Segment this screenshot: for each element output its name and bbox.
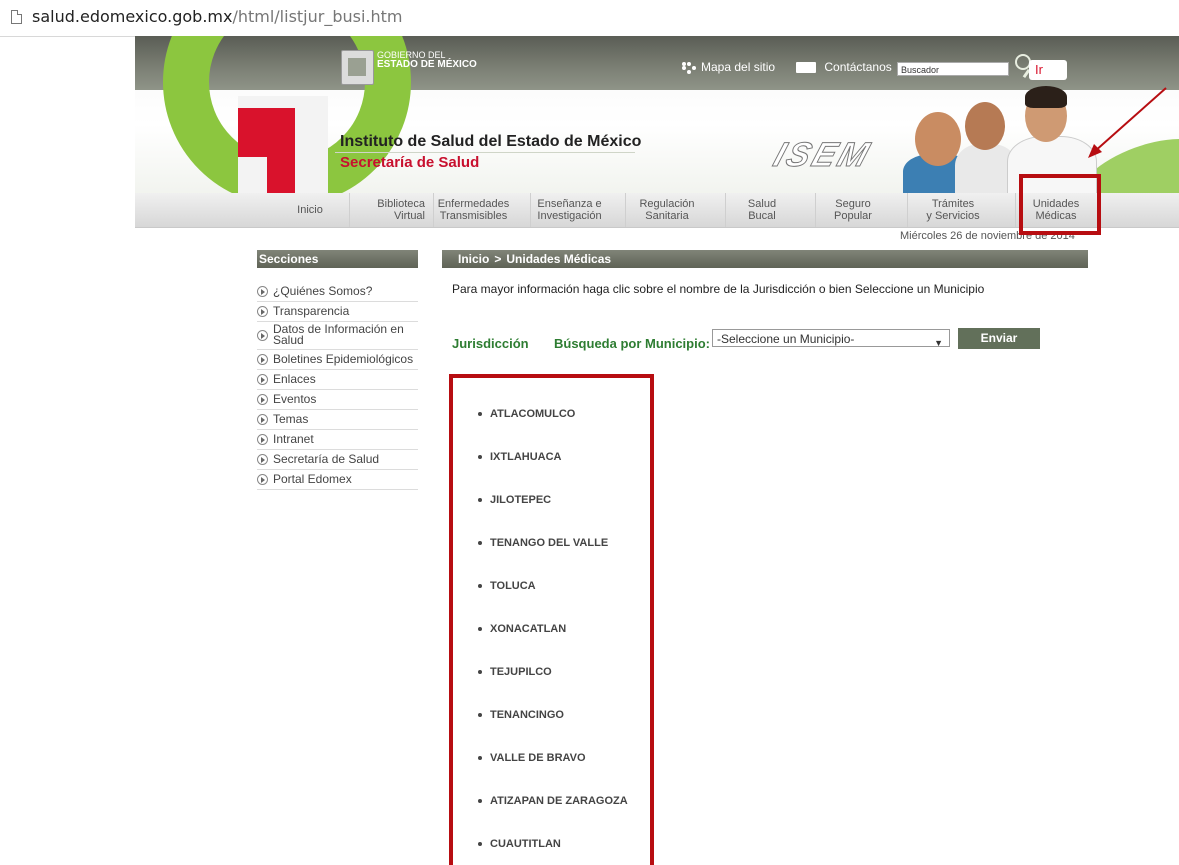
annotation-highlight-menu bbox=[1019, 174, 1101, 235]
arrow-circle-icon bbox=[257, 473, 268, 485]
search-go-button[interactable]: Ir bbox=[1029, 60, 1067, 80]
institute-title: Instituto de Salud del Estado de México bbox=[340, 133, 642, 150]
sidebar-item-secretaria-salud[interactable]: Secretaría de Salud bbox=[257, 450, 418, 470]
sidebar-item-portal-edomex[interactable]: Portal Edomex bbox=[257, 470, 418, 490]
instructions-text: Para mayor información haga clic sobre e… bbox=[452, 282, 985, 296]
sitemap-link[interactable]: Mapa del sitio bbox=[701, 60, 775, 74]
page-icon bbox=[11, 10, 22, 24]
arrow-circle-icon bbox=[257, 453, 268, 465]
sidebar-item-transparencia[interactable]: Transparencia bbox=[257, 302, 418, 322]
send-button[interactable]: Enviar bbox=[958, 328, 1040, 349]
sidebar-item-intranet[interactable]: Intranet bbox=[257, 430, 418, 450]
nav-tramites[interactable]: Trámites y Servicios bbox=[891, 193, 1016, 227]
arrow-circle-icon bbox=[257, 393, 268, 405]
arrow-circle-icon bbox=[257, 305, 268, 317]
main-content: Inicio > Unidades Médicas Para mayor infor… bbox=[442, 250, 1088, 351]
url-text[interactable]: salud.edomexico.gob.mx/html/listjur_busi… bbox=[32, 7, 403, 26]
municipio-search-label: Búsqueda por Municipio: bbox=[554, 336, 710, 351]
sidebar-item-quienes-somos[interactable]: ¿Quiénes Somos? bbox=[257, 282, 418, 302]
contact-link[interactable]: Contáctanos bbox=[824, 60, 891, 74]
arrow-circle-icon bbox=[257, 433, 268, 445]
address-bar[interactable]: salud.edomexico.gob.mx/html/listjur_busi… bbox=[0, 0, 1179, 37]
arrow-circle-icon bbox=[257, 329, 268, 341]
sidebar-item-boletines[interactable]: Boletines Epidemiológicos bbox=[257, 350, 418, 370]
envelope-icon bbox=[796, 62, 817, 74]
sidebar-item-datos-informacion[interactable]: Datos de Información en Salud bbox=[257, 322, 418, 350]
institute-subtitle: Secretaría de Salud bbox=[340, 154, 480, 171]
sidebar-item-enlaces[interactable]: Enlaces bbox=[257, 370, 418, 390]
site-header: GOBIERNO DEL ESTADO DE MÉXICO Mapa del s… bbox=[135, 36, 1179, 197]
arrow-circle-icon bbox=[257, 373, 268, 385]
gov-logo-text: GOBIERNO DEL ESTADO DE MÉXICO bbox=[377, 50, 477, 70]
breadcrumb-current: Unidades Médicas bbox=[506, 252, 612, 266]
arrow-circle-icon bbox=[257, 353, 268, 365]
arrow-circle-icon bbox=[257, 413, 268, 425]
breadcrumb: Inicio > Unidades Médicas bbox=[442, 250, 1088, 268]
annotation-arrow-icon bbox=[1088, 87, 1167, 158]
jurisdiccion-heading: Jurisdicción bbox=[452, 336, 529, 351]
sitemap-icon bbox=[682, 61, 696, 74]
gov-shield-icon bbox=[341, 50, 374, 85]
municipio-select[interactable]: -Seleccione un Municipio- ▼ bbox=[712, 329, 950, 348]
annotation-highlight-list bbox=[449, 374, 654, 865]
breadcrumb-home[interactable]: Inicio bbox=[458, 252, 489, 266]
dropdown-arrow-icon: ▼ bbox=[934, 338, 943, 348]
isem-logo: ISEM bbox=[768, 136, 877, 175]
search-input[interactable]: Buscador bbox=[897, 62, 1009, 76]
sidebar-title: Secciones bbox=[257, 250, 418, 268]
sidebar: Secciones ¿Quiénes Somos? Transparencia … bbox=[257, 250, 418, 490]
sidebar-item-eventos[interactable]: Eventos bbox=[257, 390, 418, 410]
top-links: Mapa del sitio Contáctanos bbox=[682, 60, 892, 74]
arrow-circle-icon bbox=[257, 285, 268, 297]
sidebar-item-temas[interactable]: Temas bbox=[257, 410, 418, 430]
